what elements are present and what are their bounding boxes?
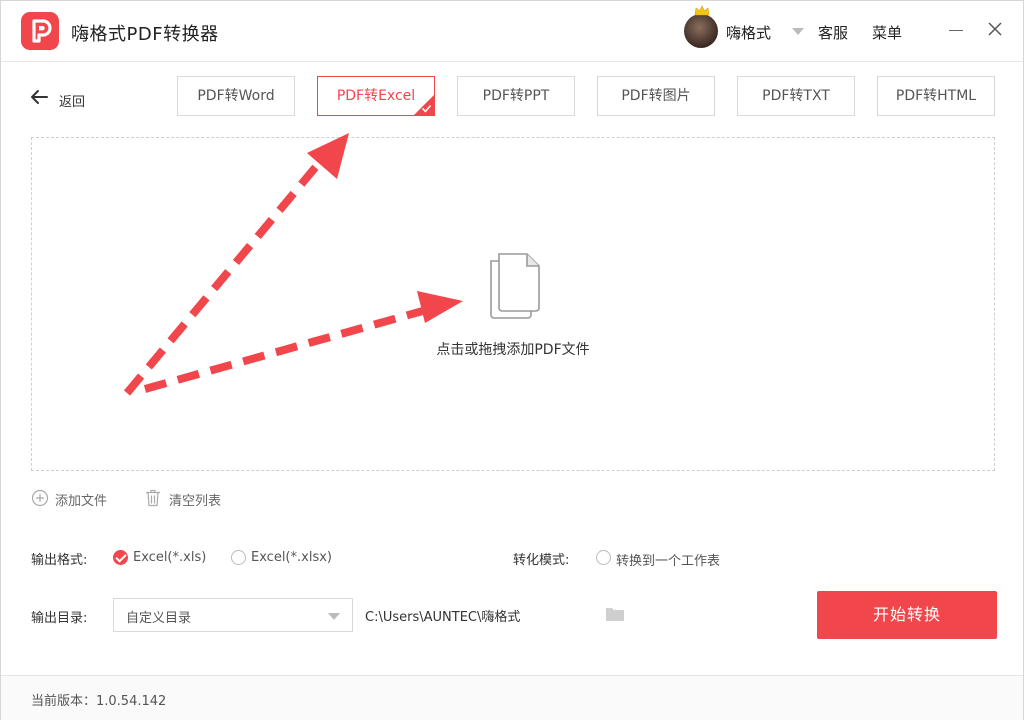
trash-icon — [146, 489, 160, 507]
output-path: C:\Users\AUNTEC\嗨格式 — [365, 610, 521, 625]
clear-list-label: 清空列表 — [169, 494, 222, 509]
add-file-label: 添加文件 — [55, 494, 108, 509]
format-xlsx-radio[interactable] — [231, 550, 246, 565]
user-dropdown-icon[interactable] — [792, 28, 804, 35]
drop-hint-text: 点击或拖拽添加PDF文件 — [436, 342, 590, 358]
tab-pdf-to-html[interactable]: PDF转HTML — [877, 76, 995, 116]
customer-service-link[interactable]: 客服 — [818, 22, 848, 43]
user-avatar[interactable] — [684, 14, 718, 48]
title-bar: 嗨格式PDF转换器 嗨格式 客服 菜单 — [1, 1, 1023, 62]
format-xls-label[interactable]: Excel(*.xls) — [133, 550, 206, 565]
pdf-logo-icon — [21, 12, 59, 50]
username[interactable]: 嗨格式 — [726, 22, 771, 43]
close-icon[interactable] — [987, 21, 1003, 37]
conversion-mode-label: 转化模式: — [513, 553, 570, 568]
tab-pdf-to-image[interactable]: PDF转图片 — [597, 76, 715, 116]
crown-icon — [694, 5, 710, 16]
folder-icon[interactable] — [605, 606, 625, 622]
app-title: 嗨格式PDF转换器 — [71, 24, 219, 45]
format-xlsx-label[interactable]: Excel(*.xlsx) — [251, 550, 332, 565]
check-icon — [421, 104, 432, 113]
output-dir-label: 输出目录: — [31, 611, 88, 626]
files-icon — [490, 253, 540, 319]
add-circle-icon — [31, 489, 49, 507]
single-sheet-label[interactable]: 转换到一个工作表 — [616, 550, 720, 569]
minimize-icon[interactable] — [949, 30, 963, 31]
file-drop-zone[interactable]: 点击或拖拽添加PDF文件 — [31, 137, 995, 471]
tab-pdf-to-excel-label: PDF转Excel — [336, 88, 416, 104]
output-format-label: 输出格式: — [31, 553, 88, 568]
chevron-down-icon — [328, 613, 340, 620]
output-dir-select[interactable]: 自定义目录 — [113, 598, 353, 632]
app-window: 嗨格式PDF转换器 嗨格式 客服 菜单 返回 PDF转Word PDF转Exce… — [0, 0, 1024, 720]
menu-link[interactable]: 菜单 — [872, 22, 902, 43]
tab-pdf-to-txt[interactable]: PDF转TXT — [737, 76, 855, 116]
output-dir-select-value: 自定义目录 — [126, 611, 192, 626]
tab-pdf-to-excel[interactable]: PDF转Excel — [317, 76, 435, 116]
tab-pdf-to-ppt[interactable]: PDF转PPT — [457, 76, 575, 116]
back-label: 返回 — [59, 95, 86, 110]
tab-pdf-to-word[interactable]: PDF转Word — [177, 76, 295, 116]
start-convert-button[interactable]: 开始转换 — [817, 591, 997, 639]
footer: 当前版本：1.0.54.142 — [1, 675, 1023, 720]
back-arrow-icon — [31, 90, 48, 104]
version-text: 当前版本：1.0.54.142 — [31, 694, 167, 709]
single-sheet-radio[interactable] — [596, 550, 611, 565]
format-xls-radio[interactable] — [113, 550, 128, 565]
